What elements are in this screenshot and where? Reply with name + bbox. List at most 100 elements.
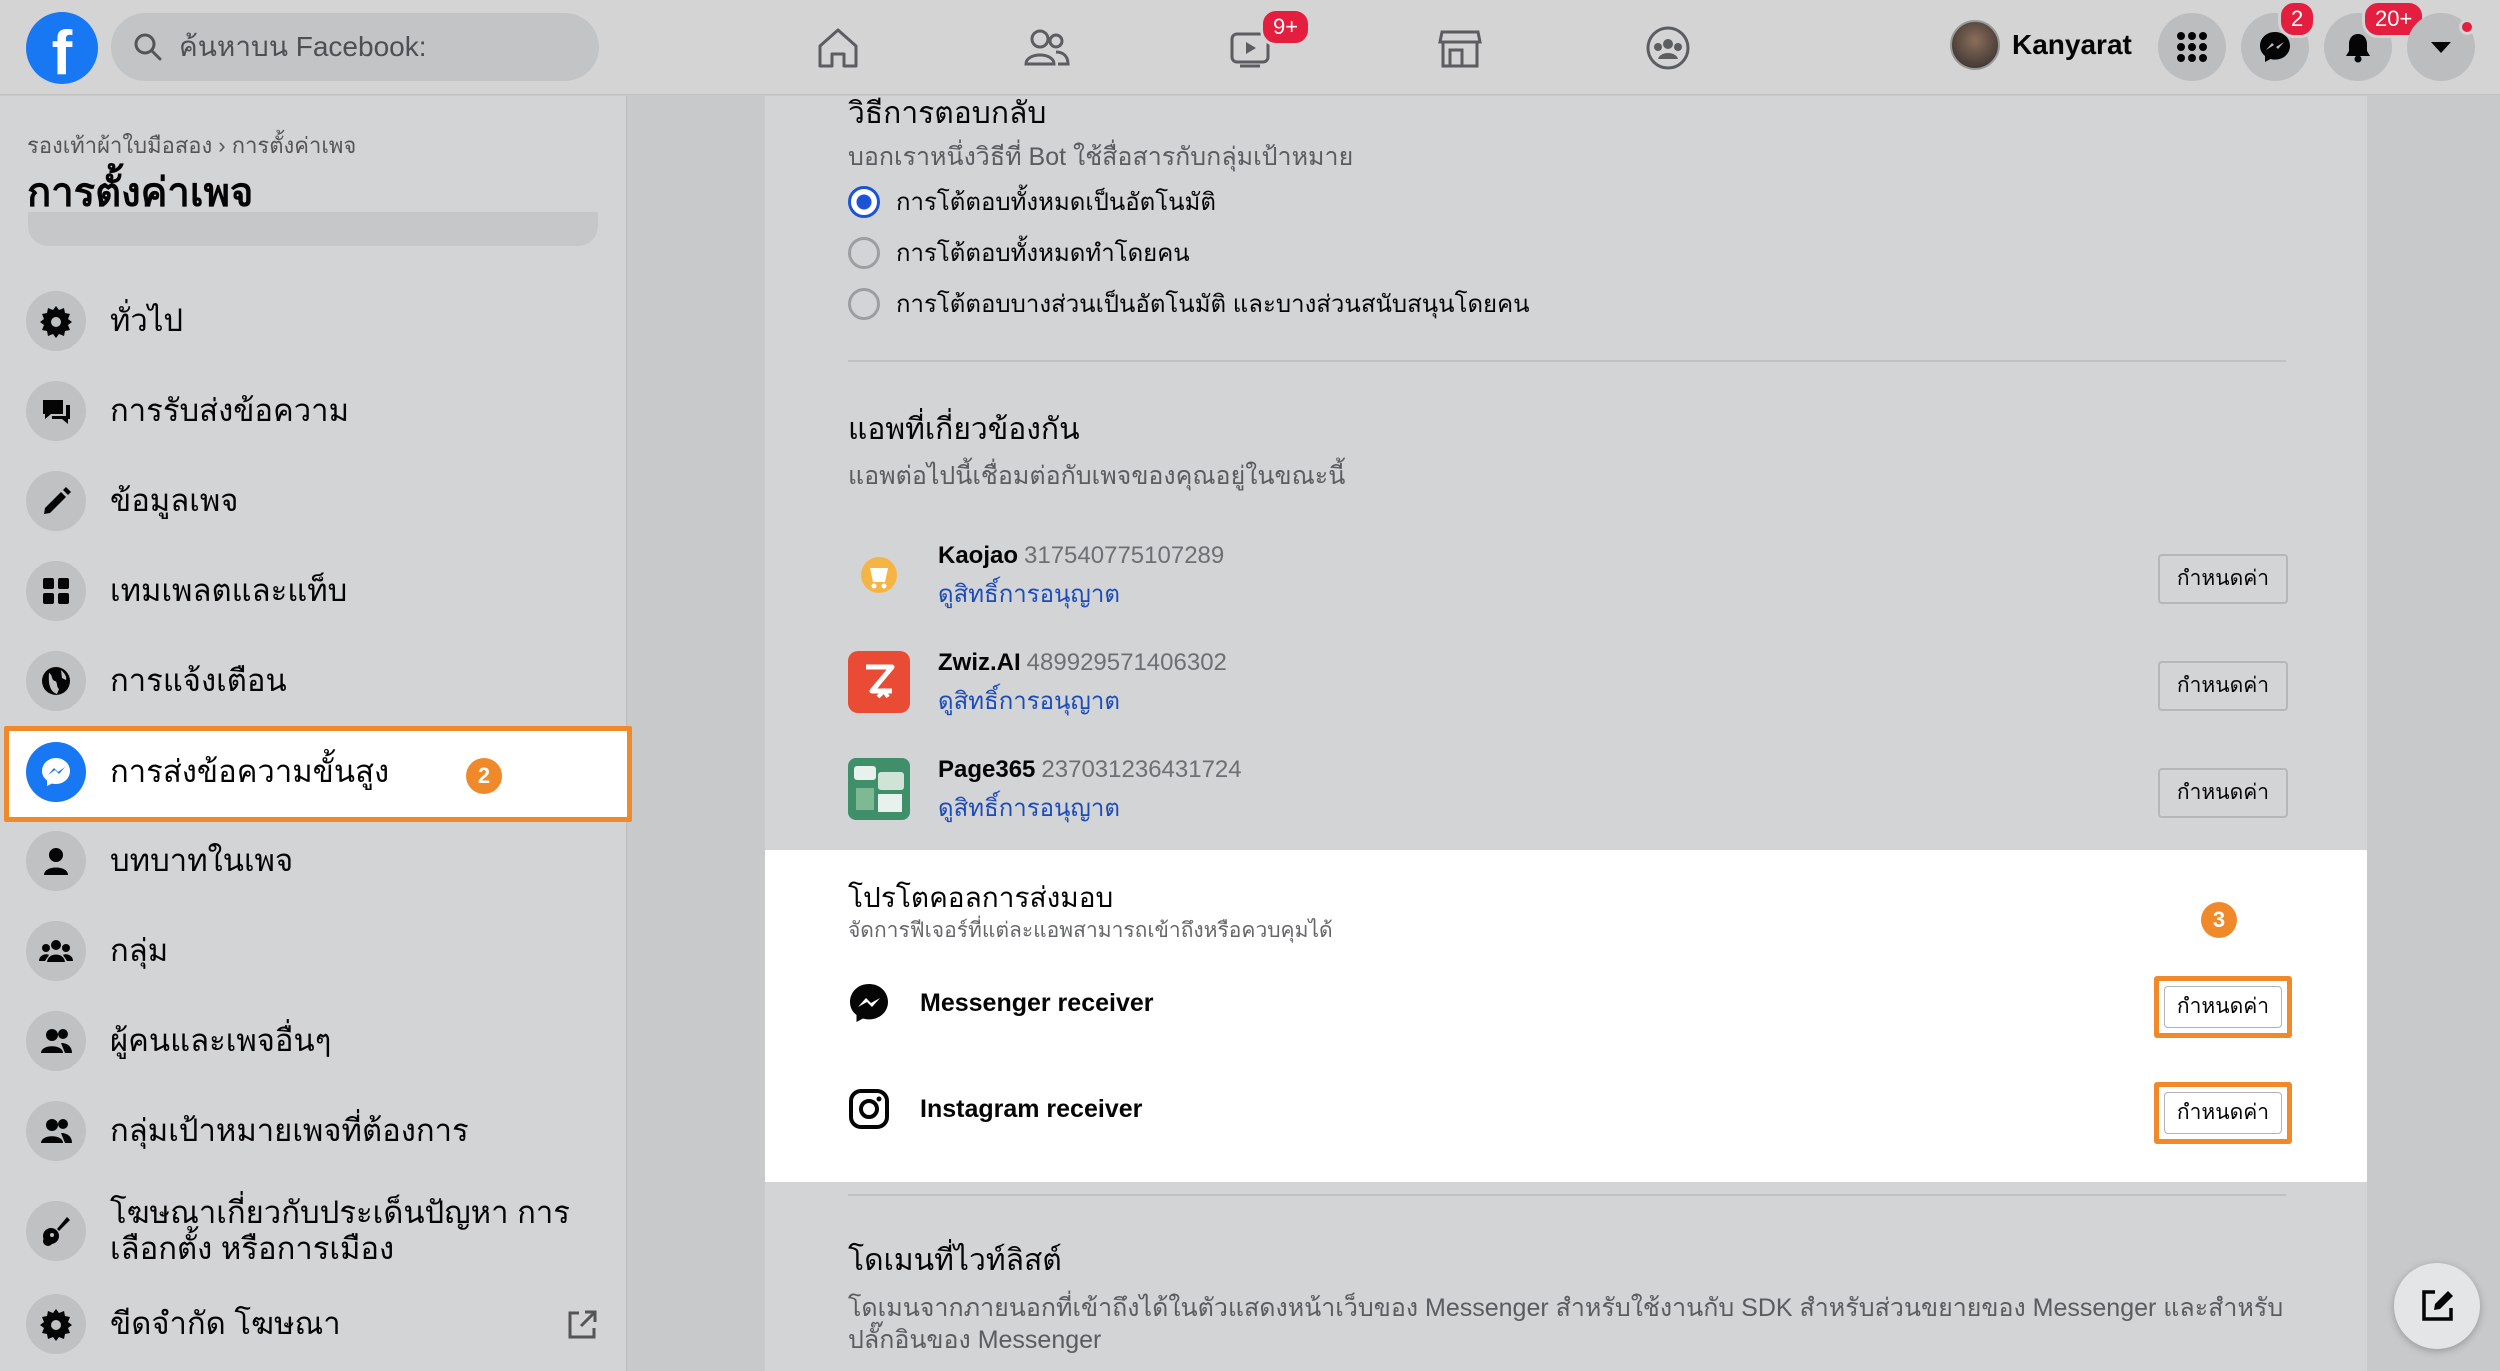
breadcrumb[interactable]: รองเท้าผ้าใบมือสอง › การตั้งค่าเพจ bbox=[27, 128, 356, 163]
sidebar-item-advanced-messaging[interactable]: การส่งข้อความขั้นสูง bbox=[26, 734, 606, 810]
settings-search-input[interactable] bbox=[28, 212, 598, 246]
app-row-page365: Page365 237031236431724 ดูสิทธิ์การอนุญาต… bbox=[848, 756, 2288, 822]
response-option-human[interactable]: การโต้ตอบทั้งหมดทำโดยคน bbox=[848, 233, 1190, 272]
sidebar-item-label: การส่งข้อความขั้นสูง bbox=[110, 754, 390, 789]
step-badge-3: 3 bbox=[2201, 902, 2237, 938]
search-icon bbox=[134, 33, 162, 61]
sidebar-item-groups[interactable]: กลุ่ม bbox=[26, 913, 606, 989]
gear-icon bbox=[40, 306, 72, 338]
button-label: กำหนดค่า bbox=[2164, 1092, 2282, 1134]
sidebar-item-label: เทมเพลตและแท็บ bbox=[110, 573, 348, 608]
people-icon bbox=[41, 1029, 72, 1053]
view-permissions-link[interactable]: ดูสิทธิ์การอนุญาต bbox=[938, 788, 1120, 827]
radio-selected[interactable] bbox=[848, 185, 880, 218]
radio-unselected[interactable] bbox=[848, 287, 880, 320]
response-option-automated[interactable]: การโต้ตอบทั้งหมดเป็นอัตโนมัติ bbox=[848, 182, 1216, 221]
response-method-heading: วิธีการตอบกลับ bbox=[848, 97, 1047, 130]
home-icon[interactable] bbox=[812, 22, 864, 74]
chat-icon bbox=[43, 400, 70, 424]
app-name: Zwiz.AI bbox=[938, 649, 1021, 676]
view-permissions-link[interactable]: ดูสิทธิ์การอนุญาต bbox=[938, 574, 1120, 613]
receiver-name: Instagram receiver bbox=[920, 1094, 1143, 1123]
messenger-icon bbox=[850, 984, 888, 1022]
sidebar-item-general[interactable]: ทั่วไป bbox=[26, 283, 606, 359]
view-permissions-link[interactable]: ดูสิทธิ์การอนุญาต bbox=[938, 681, 1120, 720]
messenger-badge: 2 bbox=[2278, 0, 2317, 38]
pencil-icon bbox=[44, 487, 71, 514]
response-option-mixed[interactable]: การโต้ตอบบางส่วนเป็นอัตโนมัติ และบางส่วน… bbox=[848, 284, 1530, 323]
sidebar-item-people-and-pages[interactable]: ผู้คนและเพจอื่นๆ bbox=[26, 1003, 606, 1079]
globe-icon bbox=[42, 667, 70, 695]
configure-messenger-receiver-button[interactable]: กำหนดค่า bbox=[2154, 976, 2292, 1038]
configure-kaojao-button[interactable]: กำหนดค่า bbox=[2158, 554, 2288, 604]
sidebar-item-label: การแจ้งเตือน bbox=[110, 663, 287, 698]
handover-protocol-panel: โปรโตคอลการส่งมอบ จัดการฟีเจอร์ที่แต่ละแ… bbox=[765, 850, 2367, 1182]
external-link-icon[interactable] bbox=[565, 1308, 599, 1342]
sidebar-item-label: โฆษณาเกี่ยวกับประเด็นปัญหา การเลือกตั้ง … bbox=[110, 1195, 570, 1266]
sidebar-item-label: ผู้คนและเพจอื่นๆ bbox=[110, 1023, 332, 1058]
sidebar-item-page-roles[interactable]: บทบาทในเพจ bbox=[26, 823, 606, 899]
connected-apps-description: แอพต่อไปนี้เชื่อมต่อกับเพจของคุณอยู่ในขณ… bbox=[848, 462, 1346, 490]
app-id: 317540775107289 bbox=[1024, 542, 1225, 569]
radio-unselected[interactable] bbox=[848, 236, 880, 269]
sidebar-item-preferred-audience[interactable]: กลุ่มเป้าหมายเพจที่ต้องการ bbox=[26, 1093, 606, 1169]
profile-button[interactable]: Kanyarat bbox=[1950, 20, 2132, 70]
section-divider bbox=[848, 1194, 2286, 1196]
configure-page365-button[interactable]: กำหนดค่า bbox=[2158, 768, 2288, 818]
app-name-line: Kaojao 317540775107289 bbox=[938, 542, 1224, 570]
facebook-logo[interactable]: f bbox=[26, 12, 98, 84]
sidebar-item-notifications[interactable]: การแจ้งเตือน bbox=[26, 643, 606, 719]
sidebar-item-label: ทั่วไป bbox=[110, 303, 184, 338]
messenger-icon bbox=[42, 758, 70, 786]
marketplace-icon[interactable] bbox=[1434, 22, 1486, 74]
gear-icon bbox=[40, 1309, 72, 1341]
sidebar-item-label: ข้อมูลเพจ bbox=[110, 483, 239, 518]
messenger-receiver-row: Messenger receiver bbox=[848, 982, 1153, 1024]
friends-icon[interactable] bbox=[1020, 22, 1072, 74]
guitar-icon bbox=[43, 1217, 70, 1246]
sidebar-item-page-info[interactable]: ข้อมูลเพจ bbox=[26, 463, 606, 539]
section-divider bbox=[848, 360, 2286, 362]
handover-protocol-description: จัดการฟีเจอร์ที่แต่ละแอพสามารถเข้าถึงหรื… bbox=[848, 919, 1333, 942]
app-row-zwiz: Zwiz.AI 489929571406302 ดูสิทธิ์การอนุญาต… bbox=[848, 649, 2288, 715]
page365-app-icon bbox=[848, 758, 910, 820]
response-method-description: บอกเราหนึ่งวิธีที่ Bot ใช้สื่อสารกับกลุ่… bbox=[848, 143, 1354, 171]
search-input[interactable]: ค้นหาบน Facebook: bbox=[111, 13, 599, 81]
instagram-icon bbox=[849, 1089, 889, 1129]
app-name-line: Page365 237031236431724 bbox=[938, 756, 1242, 784]
zwiz-app-icon bbox=[848, 651, 910, 713]
person-icon bbox=[44, 848, 68, 875]
settings-sidebar: รองเท้าผ้าใบมือสอง › การตั้งค่าเพจ การตั… bbox=[0, 96, 632, 1371]
profile-name: Kanyarat bbox=[2012, 29, 2132, 60]
sidebar-item-messaging[interactable]: การรับส่งข้อความ bbox=[26, 373, 606, 449]
app-row-kaojao: Kaojao 317540775107289 ดูสิทธิ์การอนุญาต … bbox=[848, 542, 2288, 608]
app-name: Kaojao bbox=[938, 542, 1019, 569]
app-name: Page365 bbox=[938, 756, 1036, 783]
sidebar-item-label: กลุ่มเป้าหมายเพจที่ต้องการ bbox=[110, 1113, 469, 1148]
unread-dot bbox=[2459, 19, 2475, 35]
avatar bbox=[1950, 20, 2000, 70]
button-label: กำหนดค่า bbox=[2164, 986, 2282, 1028]
sidebar-item-label: การรับส่งข้อความ bbox=[110, 393, 350, 428]
grid-icon bbox=[43, 578, 69, 604]
app-name-line: Zwiz.AI 489929571406302 bbox=[938, 649, 1227, 677]
kaojao-app-icon bbox=[848, 544, 910, 606]
people-icon bbox=[41, 1119, 72, 1143]
sidebar-item-political-ads[interactable]: โฆษณาเกี่ยวกับประเด็นปัญหา การเลือกตั้ง … bbox=[26, 1187, 606, 1275]
new-message-button[interactable] bbox=[2394, 1263, 2480, 1349]
groups-icon[interactable] bbox=[1642, 22, 1694, 74]
search-placeholder: ค้นหาบน Facebook: bbox=[179, 31, 427, 62]
connected-apps-heading: แอพที่เกี่ยวข้องกัน bbox=[848, 413, 1080, 446]
instagram-receiver-row: Instagram receiver bbox=[848, 1088, 1142, 1130]
sidebar-item-label: บทบาทในเพจ bbox=[110, 843, 294, 878]
grid-menu-icon bbox=[2177, 32, 2207, 62]
whitelisted-domains-heading: โดเมนที่ไวท์ลิสต์ bbox=[848, 1244, 1062, 1277]
top-navigation-bar: f ค้นหาบน Facebook: 9+ Kanyarat 2 20+ bbox=[0, 0, 2500, 95]
menu-button[interactable] bbox=[2158, 13, 2226, 81]
configure-zwiz-button[interactable]: กำหนดค่า bbox=[2158, 661, 2288, 711]
sidebar-item-ad-limits[interactable]: ขีดจำกัด โฆษณา bbox=[26, 1286, 606, 1362]
group-icon bbox=[39, 940, 73, 962]
configure-instagram-receiver-button[interactable]: กำหนดค่า bbox=[2154, 1082, 2292, 1144]
sidebar-item-templates[interactable]: เทมเพลตและแท็บ bbox=[26, 553, 606, 629]
account-button[interactable] bbox=[2407, 13, 2475, 81]
